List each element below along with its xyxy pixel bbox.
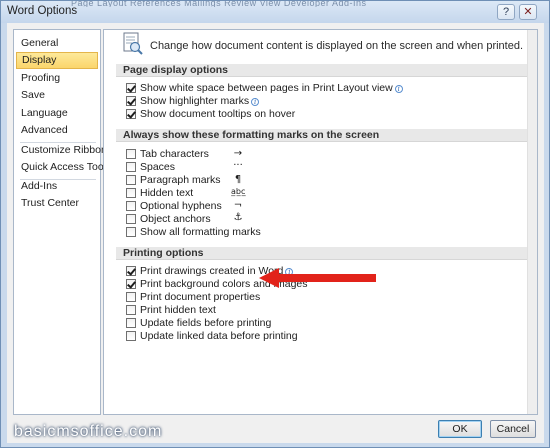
option-show-tooltips: Show document tooltips on hover: [140, 108, 296, 120]
display-page-icon: [123, 32, 143, 55]
background-ribbon-text: Page Layout References Mailings Review V…: [71, 1, 367, 7]
checkbox-show-tooltips[interactable]: [126, 109, 136, 119]
checkbox-print-drawings[interactable]: [126, 266, 136, 276]
tab-mark-symbol: →: [233, 148, 243, 159]
option-print-document-properties: Print document properties: [140, 291, 261, 303]
option-update-fields: Update fields before printing: [140, 317, 272, 329]
dialog-client-area: General Display Proofing Save Language A…: [7, 23, 544, 443]
section-page-display: Page display options: [116, 64, 534, 77]
hidden-text-mark-symbol: a̲b̲c̲: [231, 187, 246, 196]
window-title: Word Options: [7, 5, 78, 17]
checkbox-show-all-marks[interactable]: [126, 227, 136, 237]
checkbox-tab-characters[interactable]: [126, 149, 136, 159]
nav-item-customize-ribbon[interactable]: Customize Ribbon: [16, 142, 107, 159]
close-x-icon[interactable]: ✕: [519, 4, 537, 20]
checkbox-update-fields[interactable]: [126, 318, 136, 328]
checkbox-spaces[interactable]: [126, 162, 136, 172]
checkbox-optional-hyphens[interactable]: [126, 201, 136, 211]
checkbox-hidden-text[interactable]: [126, 188, 136, 198]
option-hidden-text: Hidden text: [140, 187, 194, 199]
title-bar: Page Layout References Mailings Review V…: [1, 1, 549, 23]
option-optional-hyphens: Optional hyphens: [140, 200, 222, 212]
checkbox-print-hidden-text[interactable]: [126, 305, 136, 315]
red-arrow-annotation: [259, 268, 376, 288]
info-icon: i: [251, 98, 260, 106]
question-mark-icon[interactable]: ?: [497, 4, 515, 20]
option-spaces: Spaces: [140, 161, 176, 173]
nav-item-language[interactable]: Language: [16, 105, 98, 122]
option-paragraph-marks: Paragraph marks: [140, 174, 221, 186]
checkbox-object-anchors[interactable]: [126, 214, 136, 224]
vertical-scrollbar[interactable]: [527, 30, 537, 414]
option-object-anchors: Object anchors: [140, 213, 211, 225]
nav-item-display[interactable]: Display: [16, 52, 98, 69]
checkbox-print-background[interactable]: [126, 279, 136, 289]
display-options-pane: Change how document content is displayed…: [103, 29, 538, 415]
checkbox-show-highlighter[interactable]: [126, 96, 136, 106]
option-update-linked-data: Update linked data before printing: [140, 330, 298, 342]
watermark-text: basicmsoffice.com: [14, 423, 163, 440]
checkbox-show-white-space[interactable]: [126, 83, 136, 93]
nav-item-general[interactable]: General: [16, 35, 98, 52]
word-options-window: Page Layout References Mailings Review V…: [0, 0, 550, 448]
checkbox-paragraph-marks[interactable]: [126, 175, 136, 185]
nav-item-trust-center[interactable]: Trust Center: [16, 195, 98, 212]
nav-item-add-ins[interactable]: Add-Ins: [16, 178, 98, 195]
section-formatting-marks: Always show these formatting marks on th…: [116, 129, 534, 142]
anchor-mark-symbol: ⚓: [233, 212, 243, 223]
option-tab-characters: Tab characters: [140, 148, 209, 160]
space-mark-symbol: ···: [233, 160, 243, 171]
nav-item-quick-access-toolbar[interactable]: Quick Access Toolbar: [16, 159, 121, 176]
cancel-button[interactable]: Cancel: [490, 420, 536, 438]
pane-description: Change how document content is displayed…: [150, 40, 524, 52]
option-show-highlighter: Show highlighter marks i: [140, 95, 260, 107]
section-printing-options: Printing options: [116, 247, 534, 260]
ok-button[interactable]: OK: [438, 420, 482, 438]
paragraph-mark-symbol: ¶: [234, 174, 242, 185]
option-show-all-marks: Show all formatting marks: [140, 226, 261, 238]
nav-item-proofing[interactable]: Proofing: [16, 70, 98, 87]
options-nav-list: General Display Proofing Save Language A…: [13, 29, 121, 415]
option-show-white-space: Show white space between pages in Print …: [140, 82, 403, 94]
checkbox-update-linked-data[interactable]: [126, 331, 136, 341]
nav-item-save[interactable]: Save: [16, 87, 98, 104]
option-print-hidden-text: Print hidden text: [140, 304, 216, 316]
info-icon: i: [394, 85, 403, 93]
nav-item-advanced[interactable]: Advanced: [16, 122, 98, 139]
checkbox-print-document-properties[interactable]: [126, 292, 136, 302]
hyphen-mark-symbol: ¬: [233, 200, 243, 211]
